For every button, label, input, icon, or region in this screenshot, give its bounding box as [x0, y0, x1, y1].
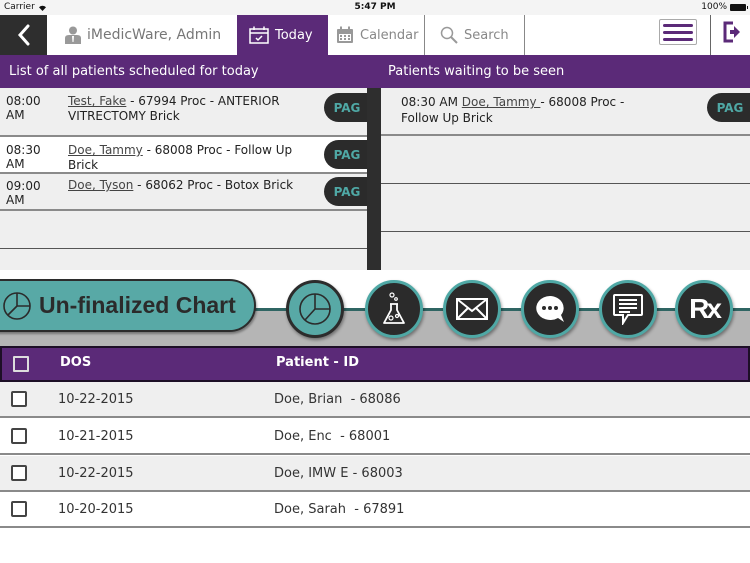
list-divider	[367, 88, 381, 270]
appointment-time: 08:30 AM	[6, 143, 41, 171]
table-header: DOS Patient - ID	[0, 346, 750, 382]
patient-name-link[interactable]: Doe, Tammy	[68, 143, 143, 157]
dos-cell: 10-20-2015	[58, 502, 134, 517]
clock: 5:47 PM	[354, 2, 396, 12]
message-button[interactable]	[599, 280, 657, 338]
current-user[interactable]: iMedicWare, Admin	[47, 15, 237, 55]
nav-divider	[710, 15, 711, 55]
table-row[interactable]: 10-22-2015 Doe, Brian - 68086	[0, 382, 750, 418]
appointment-time: 08:00 AM	[6, 94, 41, 122]
patient-name-link[interactable]: Test, Fake	[68, 94, 126, 108]
pag-button[interactable]: PAG	[324, 140, 367, 169]
pie-chart-icon	[299, 293, 331, 325]
tab-today-label: Today	[275, 27, 313, 43]
patient-cell: Doe, Sarah - 67891	[274, 502, 405, 517]
dos-cell: 10-22-2015	[58, 392, 134, 407]
column-header-dos[interactable]: DOS	[60, 355, 91, 370]
dos-cell: 10-21-2015	[58, 429, 134, 444]
user-doctor-icon	[65, 26, 81, 44]
tab-search-label: Search	[464, 27, 509, 43]
select-all-checkbox[interactable]	[13, 356, 29, 372]
scheduled-row[interactable]: 08:30 AM Doe, Tammy - 68008 Proc - Follo…	[0, 137, 367, 174]
hamburger-line	[663, 30, 693, 34]
status-bar: Carrier 5:47 PM 100%	[0, 0, 750, 15]
nav-bar: iMedicWare, Admin Today Calendar Search	[0, 15, 750, 55]
pie-chart-icon	[3, 291, 31, 320]
patient-cell: Doe, Enc - 68001	[274, 429, 391, 444]
mail-icon	[456, 298, 488, 320]
waiting-details: 08:30 AM Doe, Tammy - 68008 Proc - Follo…	[401, 94, 641, 126]
chart-button[interactable]	[286, 280, 344, 338]
calendar-check-icon	[249, 26, 269, 44]
appointment-info: - 68062 Proc - Botox Brick	[133, 178, 294, 192]
scheduled-row[interactable]: 08:00 AM Test, Fake - 67994 Proc - ANTER…	[0, 88, 367, 137]
tab-today[interactable]: Today	[237, 15, 328, 55]
chat-button[interactable]	[521, 280, 579, 338]
table-row[interactable]: 10-20-2015 Doe, Sarah - 67891	[0, 492, 750, 528]
patient-cell: Doe, IMW E - 68003	[274, 466, 403, 481]
table-row[interactable]: 10-22-2015 Doe, IMW E - 68003	[0, 456, 750, 492]
user-name: iMedicWare, Admin	[87, 27, 222, 43]
rx-button[interactable]: Rx	[675, 280, 733, 338]
waiting-header: Patients waiting to be seen	[380, 55, 750, 88]
lab-button[interactable]	[365, 280, 423, 338]
empty-row	[381, 136, 750, 184]
patient-name-link[interactable]: Doe, Tyson	[68, 178, 133, 192]
scheduled-row[interactable]: 09:00 AM Doe, Tyson - 68062 Proc - Botox…	[0, 174, 367, 211]
message-icon	[613, 294, 643, 325]
empty-row	[381, 184, 750, 232]
hamburger-line	[663, 37, 693, 41]
row-checkbox[interactable]	[11, 501, 27, 517]
calendar-grid-icon	[337, 26, 353, 43]
appointment-details: Doe, Tammy - 68008 Proc - Follow Up Bric…	[68, 143, 308, 173]
scheduled-list: 08:00 AM Test, Fake - 67994 Proc - ANTER…	[0, 88, 367, 270]
row-checkbox[interactable]	[11, 428, 27, 444]
patient-cell: Doe, Brian - 68086	[274, 392, 401, 407]
row-checkbox[interactable]	[11, 391, 27, 407]
table-row[interactable]: 10-21-2015 Doe, Enc - 68001	[0, 419, 750, 455]
appointment-time: 08:30 AM	[401, 95, 458, 109]
waiting-list: 08:30 AM Doe, Tammy - 68008 Proc - Follo…	[381, 88, 750, 270]
row-checkbox[interactable]	[11, 465, 27, 481]
pag-button[interactable]: PAG	[324, 93, 367, 122]
logout-icon	[723, 21, 740, 43]
chat-bubble-icon	[536, 296, 564, 322]
appointment-time: 09:00 AM	[6, 179, 41, 207]
rx-icon: Rx	[689, 293, 722, 324]
mail-button[interactable]	[443, 280, 501, 338]
chart-toolbar: Un-finalized Chart Rx	[0, 270, 750, 346]
pag-button[interactable]: PAG	[707, 93, 750, 122]
back-button[interactable]	[0, 15, 47, 55]
tab-calendar-label: Calendar	[360, 27, 419, 43]
patient-name-link[interactable]: Doe, Tammy	[462, 95, 541, 109]
column-header-patient[interactable]: Patient - ID	[276, 355, 359, 370]
dos-cell: 10-22-2015	[58, 466, 134, 481]
logout-button[interactable]	[720, 19, 744, 45]
waiting-row[interactable]: 08:30 AM Doe, Tammy - 68008 Proc - Follo…	[381, 88, 750, 136]
active-tab-label: Un-finalized Chart	[39, 292, 236, 318]
appointment-details: Doe, Tyson - 68062 Proc - Botox Brick	[68, 178, 308, 193]
unfinalized-chart-tab[interactable]: Un-finalized Chart	[0, 279, 256, 332]
tab-calendar[interactable]: Calendar	[328, 15, 425, 55]
empty-row	[0, 211, 367, 249]
search-icon	[440, 26, 458, 44]
appointment-details: Test, Fake - 67994 Proc - ANTERIOR VITRE…	[68, 94, 308, 124]
pag-button[interactable]: PAG	[324, 177, 367, 206]
battery-indicator: 100%	[701, 2, 748, 12]
tab-search[interactable]: Search	[425, 15, 525, 55]
battery-icon	[730, 3, 748, 11]
flask-icon	[383, 292, 405, 324]
scheduled-header: List of all patients scheduled for today	[0, 55, 380, 88]
menu-button[interactable]	[659, 19, 697, 45]
battery-percent: 100%	[701, 2, 727, 12]
chevron-left-icon	[17, 24, 29, 46]
hamburger-line	[663, 23, 693, 27]
